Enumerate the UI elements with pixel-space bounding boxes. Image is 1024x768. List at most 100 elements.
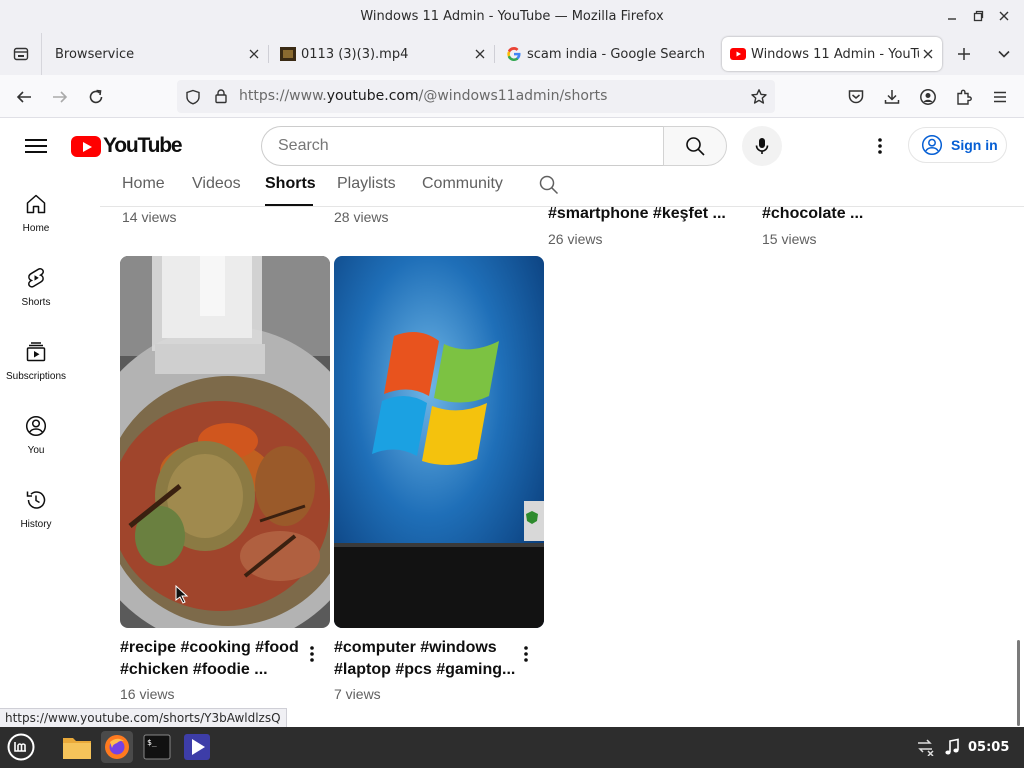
forward-button[interactable] <box>47 84 73 110</box>
taskbar-media-player[interactable] <box>181 731 213 763</box>
extensions-button[interactable] <box>951 84 977 110</box>
shorts-icon <box>28 268 44 288</box>
close-window-button[interactable] <box>994 6 1014 26</box>
search-button[interactable] <box>663 126 727 166</box>
minimize-button[interactable] <box>942 6 962 26</box>
channel-search-icon[interactable] <box>538 174 560 196</box>
taskbar-files[interactable] <box>61 731 93 763</box>
app-menu-button[interactable] <box>987 84 1013 110</box>
guide-item-shorts[interactable]: Shorts <box>0 248 72 318</box>
maximize-button[interactable] <box>968 6 988 26</box>
account-button[interactable] <box>915 84 941 110</box>
download-icon <box>884 90 900 104</box>
close-icon <box>923 49 933 59</box>
lock-icon[interactable] <box>213 88 229 104</box>
subscriptions-icon <box>26 342 46 362</box>
start-menu-button[interactable] <box>5 731 37 763</box>
guide-item-subscriptions[interactable]: Subscriptions <box>0 322 72 392</box>
sign-in-label: Sign in <box>951 137 998 153</box>
short-views: 14 views <box>122 209 177 225</box>
tracking-protection-icon[interactable] <box>185 89 201 105</box>
tab-community[interactable]: Community <box>422 175 503 193</box>
bookmark-star-icon[interactable] <box>750 88 768 106</box>
short-thumbnail[interactable] <box>120 256 330 628</box>
new-tab-button[interactable] <box>952 42 976 66</box>
downloads-button[interactable] <box>879 84 905 110</box>
guide-menu-button[interactable] <box>24 135 48 159</box>
guide-label: Subscriptions <box>5 371 67 382</box>
network-tray-icon[interactable] <box>910 731 940 763</box>
close-tab-button[interactable] <box>246 46 262 62</box>
short-title[interactable]: #computer #windows <box>334 637 497 659</box>
short-thumbnail[interactable] <box>334 256 544 628</box>
short-title[interactable]: #smartphone #keşfet ... <box>548 207 726 225</box>
url-bar[interactable]: https://www.youtube.com/@windows11admin/… <box>177 80 775 113</box>
close-icon <box>999 11 1009 21</box>
firefox-icon <box>105 735 129 759</box>
reload-icon <box>89 89 103 104</box>
more-vertical-icon <box>310 646 314 662</box>
tab-label: Browservice <box>55 46 135 62</box>
pocket-button[interactable] <box>843 84 869 110</box>
tab-google-search[interactable]: scam india - Google Search <box>498 37 718 71</box>
sound-tray-icon[interactable] <box>938 731 966 763</box>
short-title-line2[interactable]: #laptop #pcs #gaming... <box>334 659 515 681</box>
guide-item-history[interactable]: History <box>0 470 72 540</box>
minimize-icon <box>948 18 956 20</box>
window-titlebar: Windows 11 Admin - YouTube — Mozilla Fir… <box>0 0 1024 33</box>
firefox-view-button[interactable] <box>0 33 42 75</box>
home-icon <box>26 194 46 214</box>
search-input[interactable] <box>278 127 658 165</box>
short-views: 28 views <box>334 209 389 225</box>
guide-item-home[interactable]: Home <box>0 174 72 244</box>
window-title: Windows 11 Admin - YouTube — Mozilla Fir… <box>360 9 664 24</box>
tab-video[interactable]: 0113 (3)(3).mp4 <box>272 37 494 71</box>
guide-label: You <box>27 445 45 456</box>
settings-more-button[interactable] <box>868 134 892 158</box>
voice-search-button[interactable] <box>742 126 782 166</box>
taskbar-clock[interactable]: 05:05 <box>968 740 1009 755</box>
tab-browservice[interactable]: Browservice <box>46 37 268 71</box>
search-icon <box>686 137 705 156</box>
tab-playlists[interactable]: Playlists <box>337 175 396 193</box>
page-scrollbar[interactable] <box>1017 640 1020 726</box>
short-menu-button[interactable] <box>516 644 536 664</box>
sign-in-button[interactable]: Sign in <box>908 127 1007 163</box>
url-text[interactable]: https://www.youtube.com/@windows11admin/… <box>239 88 607 104</box>
guide-item-you[interactable]: You <box>0 396 72 466</box>
taskbar-terminal[interactable]: $_ <box>141 731 173 763</box>
short-title[interactable]: #chocolate ... <box>762 207 863 225</box>
close-tab-button[interactable] <box>920 46 936 62</box>
svg-text:$_: $_ <box>147 738 157 747</box>
plus-icon <box>958 48 970 60</box>
back-button[interactable] <box>11 84 37 110</box>
tab-youtube-active[interactable]: Windows 11 Admin - YouTube <box>722 37 942 71</box>
link-status-url: https://www.youtube.com/shorts/Y3bAwldlz… <box>0 708 287 728</box>
restore-icon <box>973 10 984 22</box>
url-path: /@windows11admin/shorts <box>418 88 608 104</box>
video-icon <box>280 47 296 61</box>
list-all-tabs-button[interactable] <box>992 42 1016 66</box>
short-title[interactable]: #recipe #cooking #food <box>120 637 299 659</box>
short-menu-button[interactable] <box>302 644 322 664</box>
tab-videos[interactable]: Videos <box>192 175 241 193</box>
short-title-line2[interactable]: #chicken #foodie ... <box>120 659 268 681</box>
reload-button[interactable] <box>83 84 109 110</box>
youtube-logo[interactable]: YouTube <box>71 134 183 158</box>
terminal-icon: $_ <box>143 734 171 760</box>
chevron-down-icon <box>998 50 1010 58</box>
tab-strip: Browservice 0113 (3)(3).mp4 scam india -… <box>0 33 1024 75</box>
tab-home[interactable]: Home <box>122 175 165 193</box>
tab-separator <box>494 45 495 63</box>
cooking-pot-thumbnail <box>120 256 330 628</box>
windows-screen-thumbnail <box>334 256 544 628</box>
youtube-icon <box>730 48 746 60</box>
folder-icon <box>63 738 91 759</box>
close-tab-button[interactable] <box>472 46 488 62</box>
tab-shorts[interactable]: Shorts <box>265 175 316 193</box>
tab-label: scam india - Google Search <box>527 46 705 62</box>
short-views: 15 views <box>762 231 817 247</box>
guide-label: History <box>20 519 52 530</box>
taskbar-firefox[interactable] <box>101 731 133 763</box>
youtube-masthead: YouTube Sign in <box>0 118 1024 174</box>
